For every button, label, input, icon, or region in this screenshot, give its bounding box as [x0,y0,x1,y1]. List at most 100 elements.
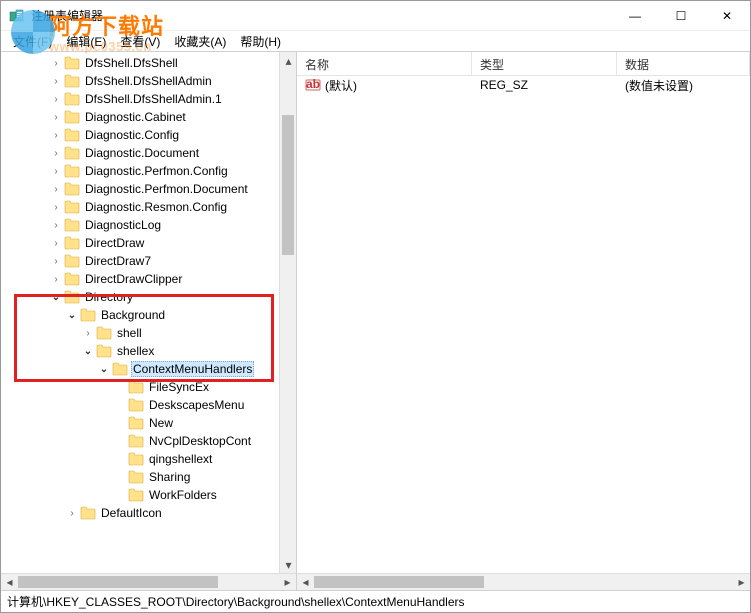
tree-item[interactable]: ›Diagnostic.Cabinet [1,108,279,126]
minimize-button[interactable]: — [612,1,658,30]
tree-item[interactable]: WorkFolders [1,486,279,504]
tree-item[interactable]: › Diagnostic.Document [1,144,279,162]
tree-item-label: NvCplDesktopCont [147,434,253,448]
tree-item[interactable]: ›DirectDraw [1,234,279,252]
tree-item[interactable]: ›DfsShell.DfsShellAdmin [1,72,279,90]
chevron-right-icon[interactable]: › [49,218,63,232]
tree-item[interactable]: › Diagnostic.Perfmon.Document [1,180,279,198]
menu-file[interactable]: 文件(F) [7,32,58,51]
tree-item[interactable]: › DefaultIcon [1,504,279,522]
folder-icon [64,218,80,232]
tree-vertical-scrollbar[interactable]: ▴ ▾ [279,52,296,573]
chevron-right-icon[interactable]: › [49,128,63,142]
tree-item[interactable]: › shell [1,324,279,342]
tree-horizontal-scrollbar[interactable]: ◂ ▸ [1,573,296,590]
list-row[interactable]: ab (默认) REG_SZ (数值未设置) [297,76,750,94]
tree-item[interactable]: ›Diagnostic.Resmon.Config [1,198,279,216]
tree-pane: ›DfsShell.DfsShell›DfsShell.DfsShellAdmi… [1,52,297,590]
chevron-right-icon[interactable]: › [49,110,63,124]
tree-item-label: WorkFolders [147,488,219,502]
chevron-right-icon[interactable]: › [49,56,63,70]
tree-item[interactable]: ›Diagnostic.Config [1,126,279,144]
chevron-right-icon[interactable]: › [49,200,63,214]
tree-item-label: DefaultIcon [99,506,164,520]
tree-item[interactable]: NvCplDesktopCont [1,432,279,450]
tree-item[interactable]: qingshellext [1,450,279,468]
tree-item[interactable]: ⌄ Background [1,306,279,324]
tree-item[interactable]: ›DiagnosticLog [1,216,279,234]
chevron-down-icon[interactable]: ⌄ [49,290,63,304]
column-name[interactable]: 名称 [297,52,472,75]
list-horizontal-scrollbar[interactable]: ◂ ▸ [297,573,750,590]
title-bar[interactable]: 注册表编辑器 — ☐ ✕ [1,1,750,31]
folder-icon [64,56,80,70]
maximize-button[interactable]: ☐ [658,1,704,30]
value-name: (默认) [325,77,357,94]
menu-help[interactable]: 帮助(H) [234,32,287,51]
scroll-left-icon[interactable]: ◂ [1,574,18,591]
string-value-icon: ab [305,77,321,93]
chevron-down-icon[interactable]: ⌄ [81,344,95,358]
tree-item-label: Sharing [147,470,192,484]
menu-view[interactable]: 查看(V) [114,32,166,51]
tree-item-label: Diagnostic.Perfmon.Document [83,182,250,196]
chevron-right-icon[interactable]: › [81,326,95,340]
tree-item-label: Background [99,308,167,322]
scroll-left-icon[interactable]: ◂ [297,574,314,591]
folder-icon [64,110,80,124]
tree-item-label: qingshellext [147,452,214,466]
chevron-right-icon[interactable]: › [49,164,63,178]
folder-icon [64,290,80,304]
folder-icon [64,146,80,160]
tree-item[interactable]: ⌄ContextMenuHandlers [1,360,279,378]
folder-icon [80,308,96,322]
tree-item[interactable]: FileSyncEx [1,378,279,396]
scroll-up-icon[interactable]: ▴ [280,52,297,69]
tree-item[interactable]: ›DirectDrawClipper [1,270,279,288]
tree-item[interactable]: ›DfsShell.DfsShell [1,54,279,72]
column-data[interactable]: 数据 [617,52,750,75]
tree-item[interactable]: DeskscapesMenu [1,396,279,414]
tree-item[interactable]: Sharing [1,468,279,486]
folder-icon [128,470,144,484]
folder-icon [64,92,80,106]
chevron-right-icon[interactable]: › [49,254,63,268]
chevron-right-icon[interactable]: › [49,272,63,286]
scroll-right-icon[interactable]: ▸ [279,574,296,591]
folder-icon [128,380,144,394]
tree-item[interactable]: ⌄Directory [1,288,279,306]
scroll-right-icon[interactable]: ▸ [733,574,750,591]
tree-item[interactable]: › DirectDraw7 [1,252,279,270]
folder-icon [64,236,80,250]
chevron-down-icon[interactable]: ⌄ [65,308,79,322]
chevron-right-icon[interactable]: › [49,92,63,106]
folder-icon [128,398,144,412]
tree-item-label: shellex [115,344,156,358]
tree-item-label: DfsShell.DfsShellAdmin.1 [83,92,224,106]
close-button[interactable]: ✕ [704,1,750,30]
chevron-right-icon[interactable]: › [49,182,63,196]
list-header[interactable]: 名称 类型 数据 [297,52,750,76]
chevron-down-icon[interactable]: ⌄ [97,362,111,376]
tree-item[interactable]: ⌄ shellex [1,342,279,360]
chevron-right-icon[interactable]: › [49,74,63,88]
tree-item-label: shell [115,326,144,340]
chevron-right-icon[interactable]: › [49,236,63,250]
list-body[interactable]: ab (默认) REG_SZ (数值未设置) [297,76,750,573]
status-path: 计算机\HKEY_CLASSES_ROOT\Directory\Backgrou… [7,593,465,610]
column-type[interactable]: 类型 [472,52,617,75]
tree-item-label: DirectDraw7 [83,254,153,268]
menu-favorites[interactable]: 收藏夹(A) [168,32,232,51]
chevron-right-icon[interactable]: › [65,506,79,520]
scroll-down-icon[interactable]: ▾ [280,556,297,573]
registry-tree[interactable]: ›DfsShell.DfsShell›DfsShell.DfsShellAdmi… [1,52,279,524]
folder-icon [128,452,144,466]
tree-item[interactable]: ›Diagnostic.Perfmon.Config [1,162,279,180]
menu-edit[interactable]: 编辑(E) [60,32,112,51]
expander-none [113,470,127,484]
tree-item[interactable]: › DfsShell.DfsShellAdmin.1 [1,90,279,108]
expander-none [113,488,127,502]
chevron-right-icon[interactable]: › [49,146,63,160]
tree-item[interactable]: New [1,414,279,432]
tree-item-label: Diagnostic.Document [83,146,201,160]
